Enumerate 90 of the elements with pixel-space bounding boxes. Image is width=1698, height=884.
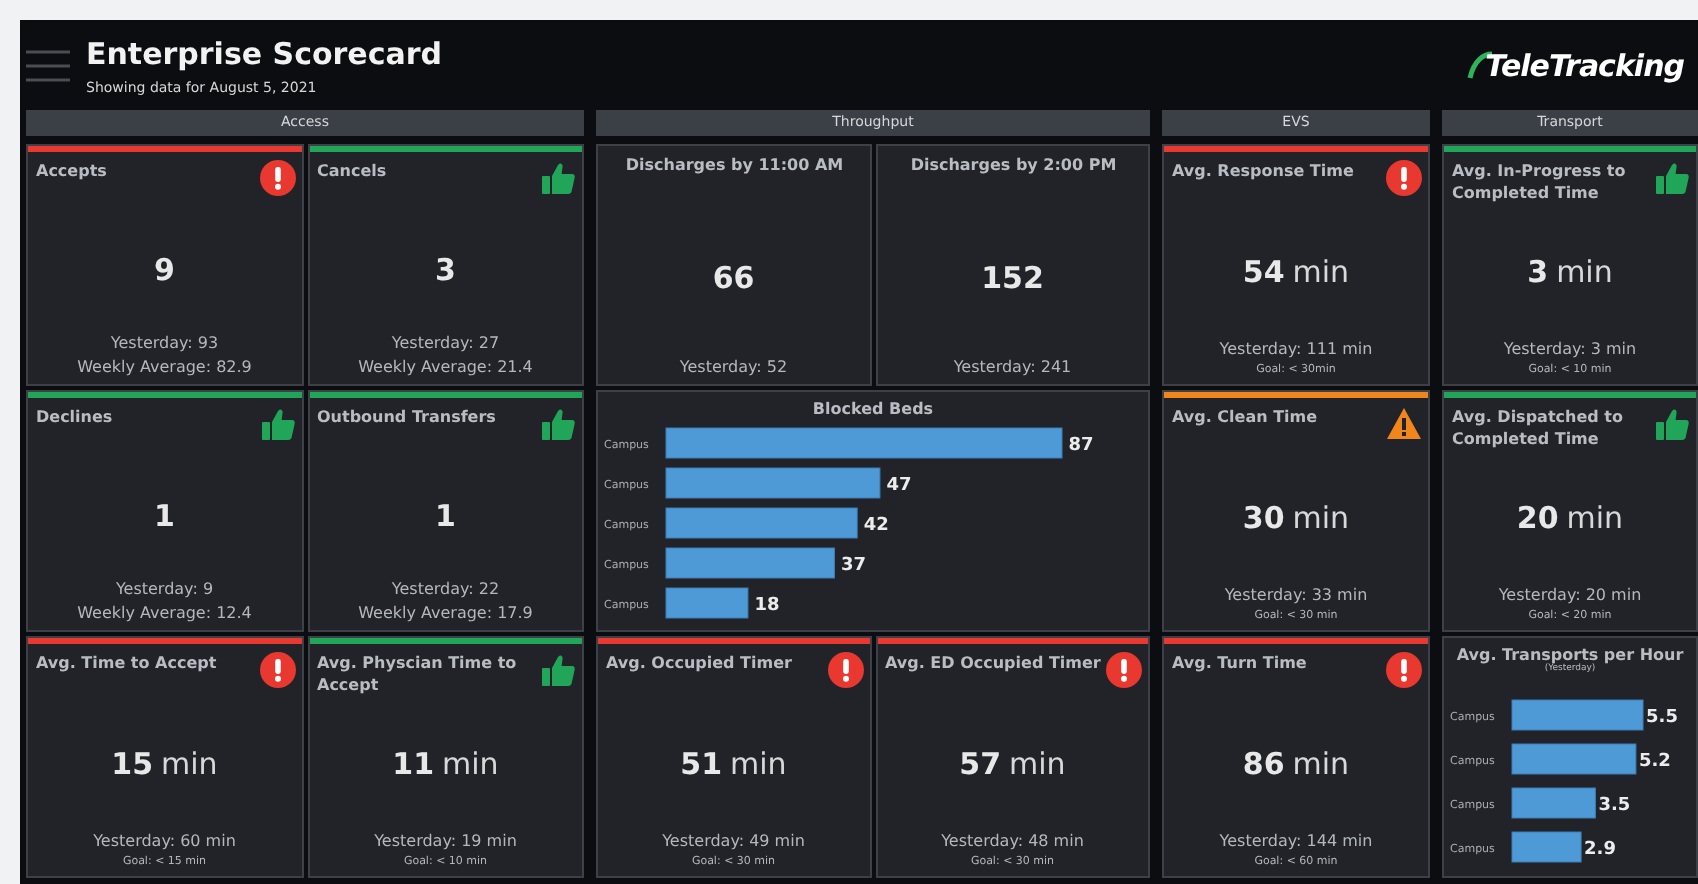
comparison-text: Yesterday: 27 [391, 334, 500, 352]
dashboard-title: Enterprise Scorecard [86, 35, 444, 71]
warning-triangle-icon [1386, 406, 1422, 442]
metric-value: 57 [959, 746, 1002, 782]
card-title: Avg. Time to Accept [36, 652, 217, 674]
metric-value: 20 [1516, 500, 1559, 536]
metric-unit: min [730, 746, 787, 782]
comparison-text: Yesterday: 48 min [941, 832, 1084, 850]
thumbs-up-icon [259, 406, 295, 442]
comparison-text: Yesterday: 52 [679, 358, 788, 376]
comparison-text: Yesterday: 20 min [1498, 586, 1642, 604]
bar [665, 587, 749, 619]
comparison-text: Weekly Average: 12.4 [77, 604, 252, 622]
comparison-text: Yesterday: 33 min [1224, 586, 1368, 604]
comparison-text: Yesterday: 19 min [374, 832, 517, 850]
metric-unit: min [442, 746, 499, 782]
metric-value: 30 [1242, 500, 1285, 536]
comparison-text: Yesterday: 3 min [1503, 340, 1637, 358]
bar [1511, 743, 1637, 775]
metric-value: 152 [981, 260, 1044, 296]
exclamation-circle-icon [827, 652, 863, 688]
metric-value: 3 [435, 251, 456, 287]
metric-unit: min [1009, 746, 1066, 782]
comparison-text: Weekly Average: 21.4 [358, 358, 533, 376]
card-title: Avg. ED Occupied Timer [885, 652, 1101, 674]
comparison-text: Yesterday: 111 min [1219, 340, 1373, 358]
metric-value: 66 [712, 260, 755, 296]
value-label: 87 [1068, 436, 1094, 456]
bar [1511, 787, 1596, 819]
card-title: Avg. In-Progress to Completed Time [1452, 160, 1628, 204]
thumbs-up-icon [1654, 160, 1690, 196]
value-label: 5.2 [1638, 752, 1671, 772]
card-title: Discharges by 2:00 PM [908, 154, 1119, 176]
metric-value: 1 [435, 497, 456, 533]
chart-title: Blocked Beds [810, 398, 936, 418]
value-label: 2.9 [1584, 840, 1616, 860]
card-title: Avg. Response Time [1172, 160, 1354, 182]
logo-text: TeleTracking [1485, 47, 1684, 83]
exclamation-circle-icon [1386, 160, 1422, 196]
metric-value: 54 [1242, 254, 1285, 290]
value-label: 47 [886, 476, 912, 496]
card-title: Avg. Clean Time [1172, 406, 1318, 428]
value-label: 42 [863, 516, 889, 536]
comparison-text: Yesterday: 144 min [1219, 832, 1373, 850]
value-label: 5.5 [1646, 708, 1678, 728]
bar [1511, 831, 1582, 863]
card-title: Avg. Physcian Time to Accept [317, 652, 519, 696]
value-label: 18 [754, 596, 780, 616]
menu-icon[interactable] [26, 47, 70, 83]
metric-value: 1 [154, 497, 175, 533]
metric-unit: min [1556, 254, 1613, 290]
exclamation-circle-icon [1386, 652, 1422, 688]
card-title: Avg. Dispatched to Completed Time [1452, 406, 1625, 450]
thumbs-up-icon [540, 652, 576, 688]
metric-unit: min [1566, 500, 1624, 536]
exclamation-circle-icon [259, 652, 295, 688]
value-label: 37 [841, 556, 867, 576]
metric-unit: min [1292, 500, 1350, 536]
metric-value: 51 [680, 746, 723, 782]
chart-title: Avg. Transports per Hour [1454, 644, 1686, 664]
comparison-text: Yesterday: 60 min [93, 832, 236, 850]
comparison-text: Yesterday: 9 [115, 580, 214, 598]
value-label: 3.5 [1598, 796, 1631, 816]
comparison-text: Yesterday: 49 min [662, 832, 805, 850]
card-title: Avg. Occupied Timer [606, 652, 792, 674]
card-title: Cancels [317, 160, 387, 182]
metric-value: 86 [1242, 746, 1285, 782]
comparison-text: Yesterday: 93 [110, 334, 219, 352]
comparison-text: Yesterday: 241 [953, 358, 1072, 376]
exclamation-circle-icon [1106, 652, 1142, 688]
metric-value: 11 [392, 746, 435, 782]
exclamation-circle-icon [259, 160, 295, 196]
comparison-text: Weekly Average: 17.9 [358, 604, 533, 622]
thumbs-up-icon [540, 406, 576, 442]
card-title: Outbound Transfers [317, 406, 496, 428]
metric-value: 3 [1527, 254, 1549, 290]
thumbs-up-icon [540, 160, 576, 196]
metric-value: 9 [154, 251, 175, 287]
metric-unit: min [1292, 746, 1350, 782]
card-title: Avg. Turn Time [1172, 652, 1307, 674]
bar [1511, 699, 1644, 731]
comparison-text: Yesterday: 22 [391, 580, 500, 598]
thumbs-up-icon [1654, 406, 1690, 442]
metric-value: 15 [111, 746, 154, 782]
card-title: Discharges by 11:00 AM [623, 154, 846, 176]
metric-unit: min [161, 746, 218, 782]
card-title: Declines [36, 406, 113, 428]
comparison-text: Weekly Average: 82.9 [77, 358, 252, 376]
metric-unit: min [1292, 254, 1350, 290]
card-title: Accepts [36, 160, 107, 182]
